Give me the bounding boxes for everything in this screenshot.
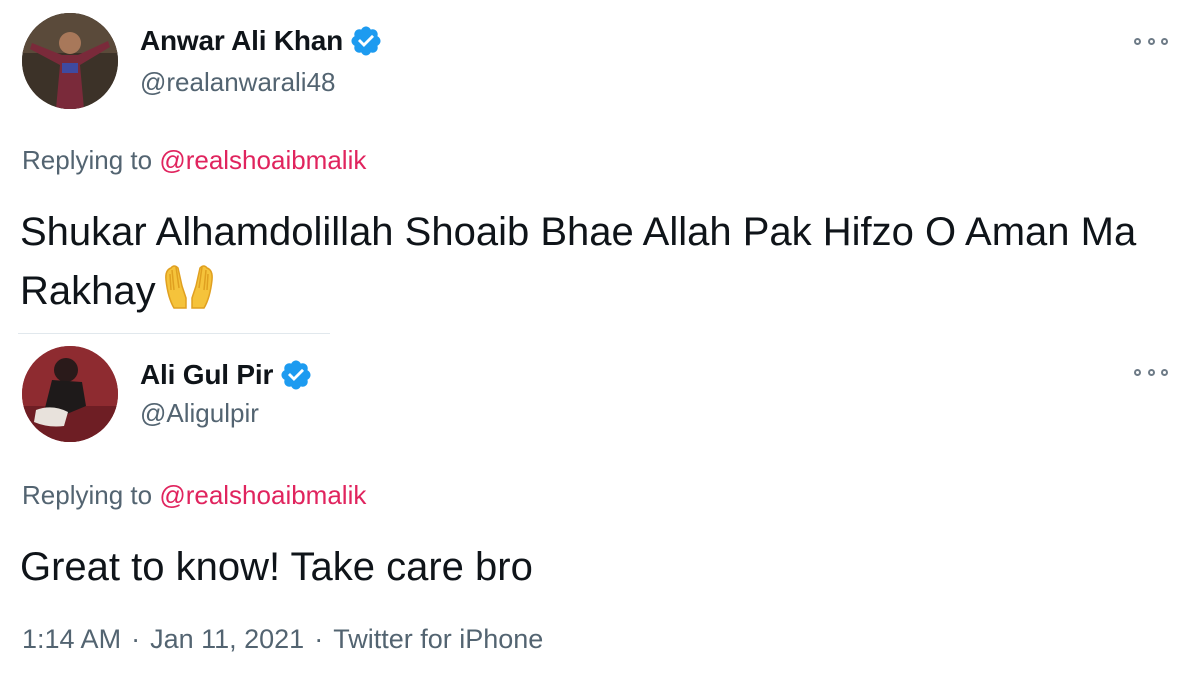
reply-tweet-1: Anwar Ali Khan @realanwarali48 Replying … — [0, 0, 1200, 335]
thread-divider — [18, 333, 330, 334]
tweet-date[interactable]: Jan 11, 2021 — [150, 624, 304, 654]
verified-badge-icon — [281, 360, 311, 390]
reply-tweet-2: Ali Gul Pir @Aligulpir Replying to @real… — [0, 335, 1200, 675]
more-options-icon[interactable] — [1134, 366, 1168, 378]
author-row: Ali Gul Pir — [140, 358, 313, 392]
raising-hands-icon — [164, 265, 213, 309]
verified-badge-icon — [351, 26, 381, 56]
replying-label: Replying to — [22, 480, 153, 510]
author-handle[interactable]: @Aligulpir — [140, 398, 259, 429]
tweet-text: Great to know! Take care bro — [20, 545, 533, 589]
avatar[interactable] — [22, 13, 118, 109]
author-name[interactable]: Ali Gul Pir — [140, 359, 273, 391]
author-handle[interactable]: @realanwarali48 — [140, 67, 336, 98]
author-row: Anwar Ali Khan — [140, 24, 383, 58]
meta-separator: · — [131, 624, 141, 654]
author-name[interactable]: Anwar Ali Khan — [140, 25, 343, 57]
tweet-source[interactable]: Twitter for iPhone — [333, 624, 543, 654]
avatar-photo — [22, 13, 118, 109]
avatar-photo — [22, 346, 118, 442]
tweet-meta: 1:14 AM · Jan 11, 2021 · Twitter for iPhone — [22, 624, 543, 655]
mention-link[interactable]: @realshoaibmalik — [159, 145, 366, 175]
avatar[interactable] — [22, 346, 118, 442]
replying-to: Replying to @realshoaibmalik — [22, 480, 366, 511]
mention-link[interactable]: @realshoaibmalik — [159, 480, 366, 510]
tweet-time[interactable]: 1:14 AM — [22, 624, 121, 654]
replying-to: Replying to @realshoaibmalik — [22, 145, 366, 176]
replying-label: Replying to — [22, 145, 153, 175]
more-options-icon[interactable] — [1134, 35, 1168, 47]
tweet-text: Shukar Alhamdolillah Shoaib Bhae Allah P… — [20, 204, 1140, 319]
meta-separator: · — [314, 624, 324, 654]
